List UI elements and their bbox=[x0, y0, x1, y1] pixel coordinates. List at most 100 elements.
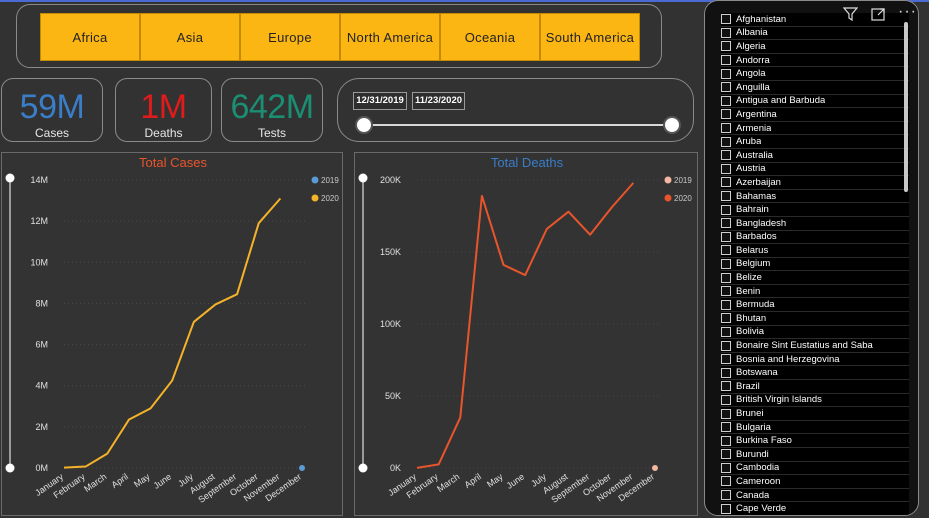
checkbox[interactable] bbox=[721, 163, 731, 174]
country-item[interactable]: Armenia bbox=[721, 121, 909, 136]
region-button-oceania[interactable]: Oceania bbox=[440, 13, 540, 61]
checkbox[interactable] bbox=[721, 286, 731, 297]
country-item[interactable]: Cambodia bbox=[721, 461, 909, 476]
region-button-africa[interactable]: Africa bbox=[40, 13, 140, 61]
country-item[interactable]: Algeria bbox=[721, 40, 909, 54]
checkbox[interactable] bbox=[721, 435, 731, 446]
country-label: Anguilla bbox=[736, 81, 770, 93]
checkbox[interactable] bbox=[721, 326, 731, 337]
checkbox[interactable] bbox=[721, 313, 731, 324]
country-item[interactable]: Austria bbox=[721, 162, 909, 177]
checkbox[interactable] bbox=[721, 204, 731, 215]
country-item[interactable]: Australia bbox=[721, 148, 909, 163]
checkbox[interactable] bbox=[721, 381, 731, 392]
start-date-input[interactable]: 12/31/2019 bbox=[353, 92, 407, 110]
checkbox[interactable] bbox=[721, 218, 731, 229]
country-item[interactable]: Cameroon bbox=[721, 475, 909, 489]
country-label: Bulgaria bbox=[736, 421, 771, 433]
country-label: Angola bbox=[736, 68, 766, 80]
checkbox[interactable] bbox=[721, 408, 731, 419]
checkbox[interactable] bbox=[721, 82, 731, 93]
checkbox[interactable] bbox=[721, 258, 731, 269]
checkbox[interactable] bbox=[721, 394, 731, 405]
country-item[interactable]: Benin bbox=[721, 284, 909, 299]
country-item[interactable]: Bolivia bbox=[721, 325, 909, 340]
checkbox[interactable] bbox=[721, 490, 731, 501]
checkbox[interactable] bbox=[721, 150, 731, 161]
country-item[interactable]: Belarus bbox=[721, 244, 909, 258]
country-item[interactable]: Albania bbox=[721, 26, 909, 41]
checkbox[interactable] bbox=[721, 231, 731, 242]
checkbox[interactable] bbox=[721, 422, 731, 433]
date-slider-track[interactable] bbox=[364, 124, 672, 126]
date-slider-end-handle[interactable] bbox=[663, 116, 681, 134]
checkbox[interactable] bbox=[721, 109, 731, 120]
country-item[interactable]: Aruba bbox=[721, 135, 909, 149]
checkbox[interactable] bbox=[721, 476, 731, 487]
checkbox[interactable] bbox=[721, 272, 731, 283]
region-button-europe[interactable]: Europe bbox=[240, 13, 340, 61]
country-item[interactable]: Burkina Faso bbox=[721, 434, 909, 448]
country-label: Bosnia and Herzegovina bbox=[736, 353, 840, 365]
country-item[interactable]: Burundi bbox=[721, 448, 909, 462]
country-item[interactable]: Canada bbox=[721, 488, 909, 503]
focus-mode-icon[interactable] bbox=[871, 7, 886, 24]
country-label: Albania bbox=[736, 27, 768, 39]
region-button-south-america[interactable]: South America bbox=[540, 13, 640, 61]
country-item[interactable]: Belgium bbox=[721, 257, 909, 272]
checkbox[interactable] bbox=[721, 462, 731, 473]
checkbox[interactable] bbox=[721, 340, 731, 351]
country-item[interactable]: Belize bbox=[721, 271, 909, 285]
country-item[interactable]: Anguilla bbox=[721, 80, 909, 95]
checkbox[interactable] bbox=[721, 367, 731, 378]
country-item[interactable]: Bhutan bbox=[721, 312, 909, 326]
more-options-icon[interactable]: ··· bbox=[898, 3, 917, 21]
country-item[interactable]: Barbados bbox=[721, 230, 909, 245]
country-item[interactable]: Bahrain bbox=[721, 203, 909, 217]
checkbox[interactable] bbox=[721, 41, 731, 52]
checkbox[interactable] bbox=[721, 177, 731, 188]
country-item[interactable]: Angola bbox=[721, 67, 909, 81]
checkbox[interactable] bbox=[721, 123, 731, 134]
country-item[interactable]: Brunei bbox=[721, 407, 909, 421]
checkbox[interactable] bbox=[721, 68, 731, 79]
country-item[interactable]: Argentina bbox=[721, 108, 909, 122]
country-item[interactable]: Azerbaijan bbox=[721, 176, 909, 190]
legend-marker bbox=[664, 176, 672, 184]
y-tick-label: 10M bbox=[30, 257, 48, 267]
country-item[interactable]: Bosnia and Herzegovina bbox=[721, 352, 909, 367]
country-label: Cape Verde bbox=[736, 503, 787, 515]
country-item[interactable]: British Virgin Islands bbox=[721, 393, 909, 408]
checkbox[interactable] bbox=[721, 136, 731, 147]
region-button-north-america[interactable]: North America bbox=[340, 13, 440, 61]
country-item[interactable]: Bangladesh bbox=[721, 216, 909, 231]
checkbox[interactable] bbox=[721, 191, 731, 202]
country-item[interactable]: Brazil bbox=[721, 380, 909, 394]
country-item[interactable]: Bermuda bbox=[721, 298, 909, 313]
y-tick-label: 2M bbox=[35, 422, 48, 432]
country-item[interactable]: Andorra bbox=[721, 53, 909, 68]
country-item[interactable]: Botswana bbox=[721, 366, 909, 381]
country-item[interactable]: Antigua and Barbuda bbox=[721, 94, 909, 109]
end-date-input[interactable]: 11/23/2020 bbox=[412, 92, 465, 110]
country-item[interactable]: Bahamas bbox=[721, 189, 909, 204]
checkbox[interactable] bbox=[721, 55, 731, 66]
country-item[interactable]: Bulgaria bbox=[721, 420, 909, 435]
date-slider-start-handle[interactable] bbox=[355, 116, 373, 134]
country-label: Bonaire Sint Eustatius and Saba bbox=[736, 340, 873, 352]
filter-icon[interactable] bbox=[842, 7, 859, 24]
checkbox[interactable] bbox=[721, 299, 731, 310]
checkbox[interactable] bbox=[721, 503, 731, 514]
country-list-scrollbar[interactable] bbox=[904, 22, 908, 192]
country-item[interactable]: Bonaire Sint Eustatius and Saba bbox=[721, 339, 909, 353]
checkbox[interactable] bbox=[721, 449, 731, 460]
checkbox[interactable] bbox=[721, 14, 731, 25]
country-label: Burkina Faso bbox=[736, 435, 792, 447]
region-button-asia[interactable]: Asia bbox=[140, 13, 240, 61]
checkbox[interactable] bbox=[721, 95, 731, 106]
country-label: Belarus bbox=[736, 244, 769, 256]
checkbox[interactable] bbox=[721, 354, 731, 365]
checkbox[interactable] bbox=[721, 27, 731, 38]
country-item[interactable]: Cape Verde bbox=[721, 502, 909, 515]
checkbox[interactable] bbox=[721, 245, 731, 256]
